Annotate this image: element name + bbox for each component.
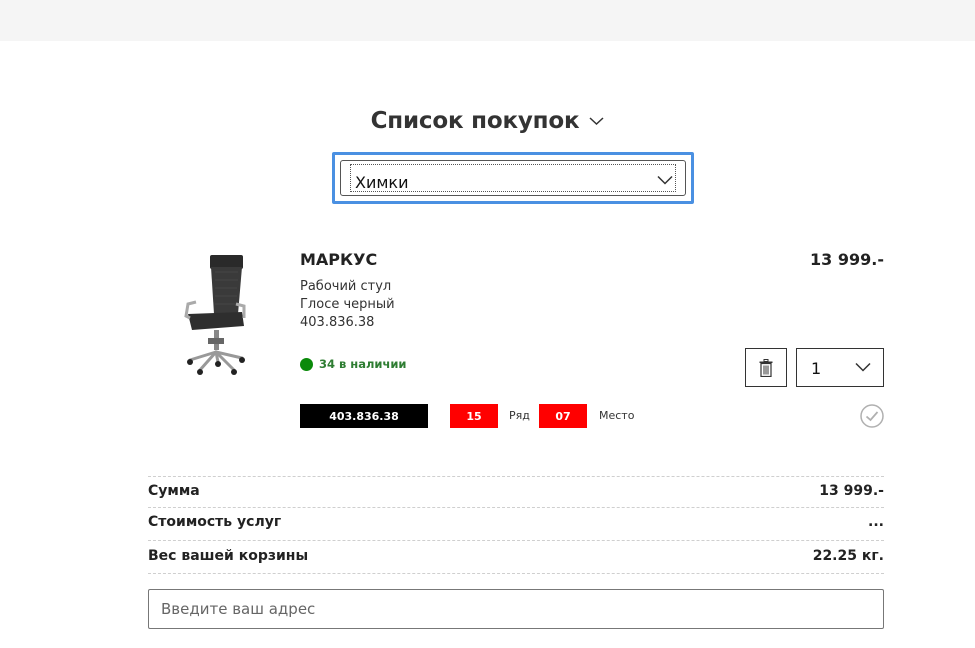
chevron-down-icon xyxy=(589,117,604,126)
divider xyxy=(148,507,884,508)
product-name[interactable]: МАРКУС xyxy=(300,250,377,269)
page-title: Список покупок xyxy=(370,108,580,134)
row-number-tag: 15 xyxy=(450,404,498,428)
product-color: Глосе черный xyxy=(300,297,395,312)
stock-status: 34 в наличии xyxy=(300,357,407,371)
chevron-down-icon xyxy=(855,362,871,372)
product-image[interactable] xyxy=(178,252,260,378)
trash-icon xyxy=(759,358,773,377)
product-article: 403.836.38 xyxy=(300,315,375,330)
place-number-tag: 07 xyxy=(539,404,587,428)
address-input[interactable] xyxy=(148,589,884,629)
divider xyxy=(148,540,884,541)
list-title-toggle[interactable]: Список покупок xyxy=(0,108,975,134)
check-circle-icon[interactable] xyxy=(860,404,884,428)
summary-sum-value: 13 999.- xyxy=(819,483,884,499)
top-bar xyxy=(0,0,975,41)
summary-weight-value: 22.25 кг. xyxy=(812,548,884,564)
place-label: Место xyxy=(599,409,635,422)
row-label: Ряд xyxy=(509,409,530,422)
remove-item-button[interactable] xyxy=(745,348,787,387)
quantity-value: 1 xyxy=(811,359,822,378)
location-article-tag: 403.836.38 xyxy=(300,404,428,428)
product-price: 13 999.- xyxy=(810,250,884,269)
summary-services-label: Стоимость услуг xyxy=(148,514,282,530)
stock-text: 34 в наличии xyxy=(319,357,407,371)
divider xyxy=(148,573,884,574)
chevron-down-icon xyxy=(657,175,673,185)
summary-weight-label: Вес вашей корзины xyxy=(148,548,309,564)
store-select[interactable]: Химки xyxy=(332,152,694,204)
stock-dot-icon xyxy=(300,357,313,371)
summary-sum-label: Сумма xyxy=(148,483,200,499)
summary-services-value: ... xyxy=(868,514,884,530)
store-select-value: Химки xyxy=(355,173,409,192)
product-type: Рабочий стул xyxy=(300,279,392,294)
divider xyxy=(148,476,884,477)
store-select-box[interactable]: Химки xyxy=(340,160,686,196)
quantity-select[interactable]: 1 xyxy=(796,348,884,387)
